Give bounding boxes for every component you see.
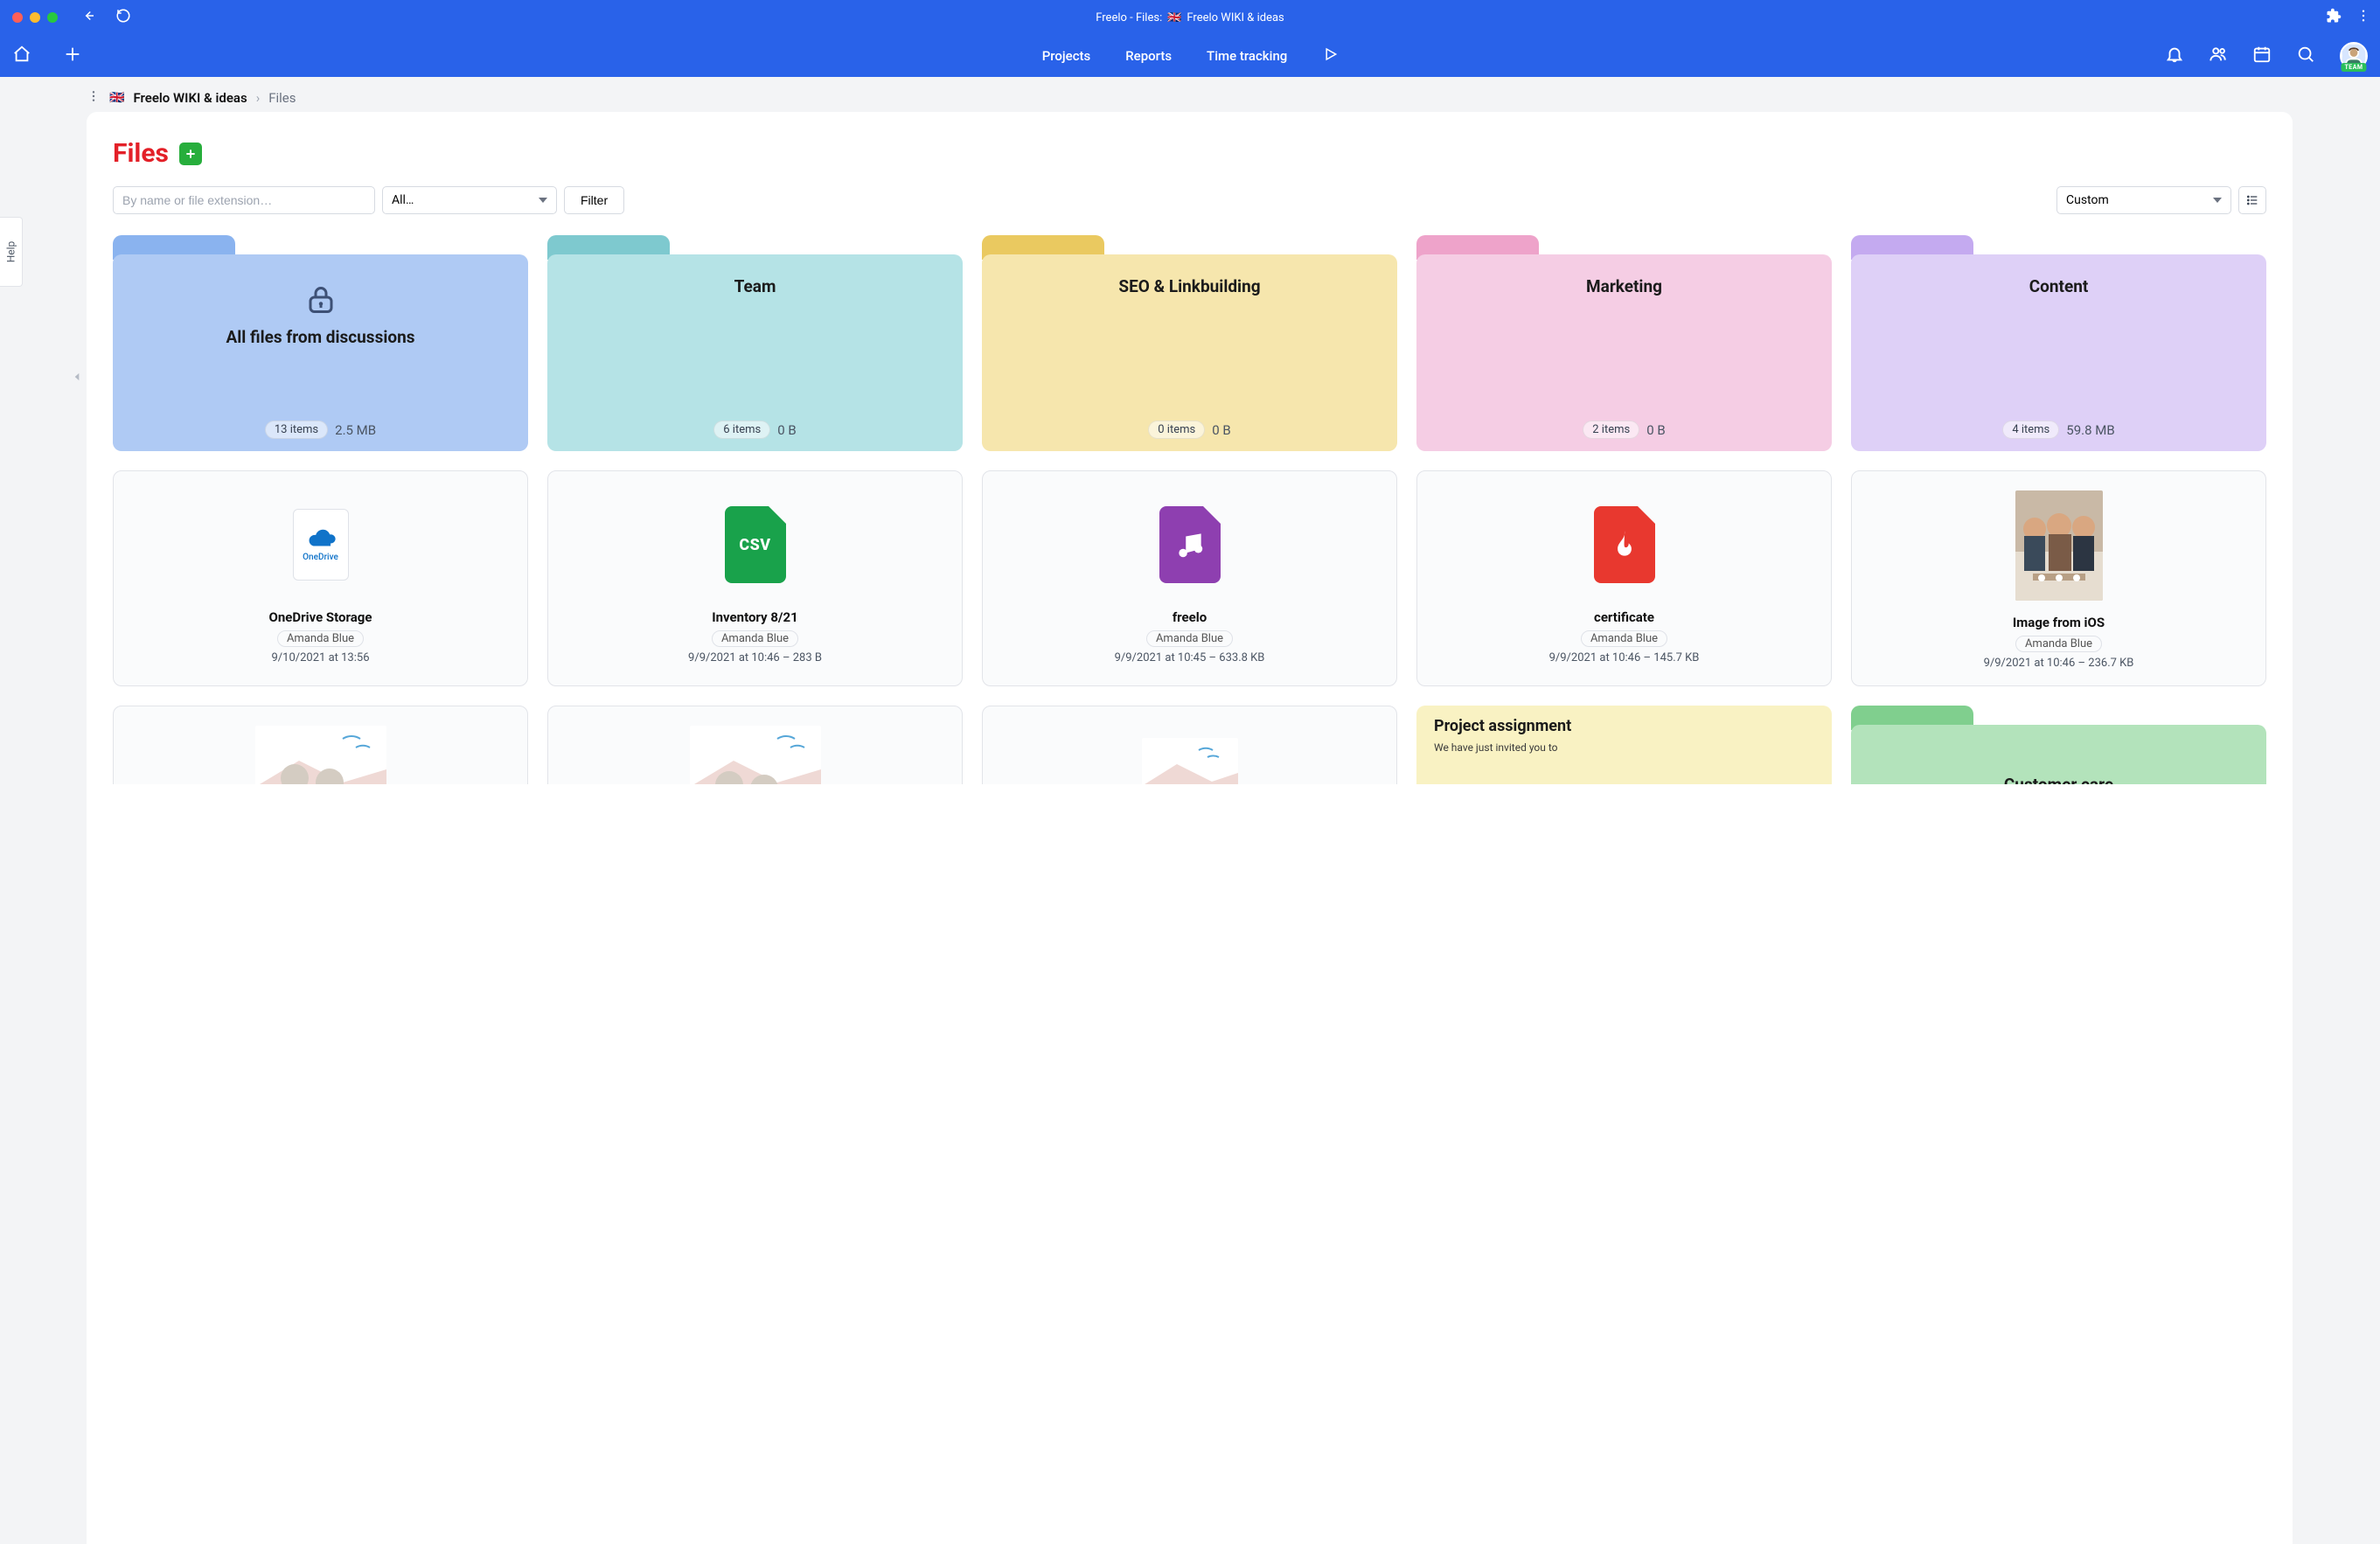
sort-select[interactable]: Custom bbox=[2056, 186, 2231, 214]
nav-time-tracking[interactable]: Time tracking bbox=[1207, 48, 1287, 64]
file-inventory[interactable]: CSV Inventory 8/21 Amanda Blue 9/9/2021 … bbox=[547, 470, 963, 686]
search-input[interactable] bbox=[113, 186, 375, 214]
file-author: Amanda Blue bbox=[1146, 630, 1233, 647]
file-freelo[interactable]: freelo Amanda Blue 9/9/2021 at 10:45 – 6… bbox=[982, 470, 1397, 686]
note-subtitle: We have just invited you to bbox=[1434, 741, 1814, 754]
file-author: Amanda Blue bbox=[2015, 636, 2102, 652]
folder-content[interactable]: Content 4 items 59.8 MB bbox=[1851, 235, 2266, 451]
folder-size: 0 B bbox=[1212, 422, 1231, 438]
type-select[interactable]: All… bbox=[382, 186, 557, 214]
file-meta: 9/9/2021 at 10:46 – 236.7 KB bbox=[1984, 657, 2134, 670]
file-image-3[interactable] bbox=[982, 706, 1397, 784]
folder-project-assignment[interactable]: Project assignment We have just invited … bbox=[1416, 706, 1832, 784]
reload-button[interactable] bbox=[115, 8, 131, 27]
breadcrumb-more-icon[interactable] bbox=[87, 89, 101, 107]
folder-size: 0 B bbox=[777, 422, 797, 438]
file-name: Inventory 8/21 bbox=[712, 609, 797, 625]
more-icon[interactable] bbox=[2356, 8, 2371, 27]
files-panel: Files All… Filter Custom bbox=[87, 112, 2293, 1544]
folder-title: All files from discussions bbox=[113, 326, 528, 349]
nav-reports[interactable]: Reports bbox=[1125, 48, 1172, 64]
file-author: Amanda Blue bbox=[1581, 630, 1667, 647]
file-meta: 9/10/2021 at 13:56 bbox=[271, 651, 369, 664]
add-file-button[interactable] bbox=[179, 143, 202, 165]
page-title: Files bbox=[113, 138, 169, 169]
back-button[interactable] bbox=[80, 8, 96, 27]
create-button[interactable] bbox=[63, 45, 82, 67]
folder-all-discussions[interactable]: All files from discussions 13 items 2.5 … bbox=[113, 235, 528, 451]
lock-icon bbox=[113, 284, 528, 316]
minimize-window-button[interactable] bbox=[30, 12, 40, 23]
file-meta: 9/9/2021 at 10:46 – 145.7 KB bbox=[1549, 651, 1700, 664]
file-onedrive[interactable]: OneDrive OneDrive Storage Amanda Blue 9/… bbox=[113, 470, 528, 686]
file-name: freelo bbox=[1173, 609, 1207, 625]
search-icon[interactable] bbox=[2296, 45, 2315, 67]
photo-thumbnail bbox=[1142, 738, 1238, 784]
sidebar-expand-icon[interactable] bbox=[71, 370, 83, 382]
file-certificate[interactable]: certificate Amanda Blue 9/9/2021 at 10:4… bbox=[1416, 470, 1832, 686]
file-name: certificate bbox=[1594, 609, 1654, 625]
filter-button[interactable]: Filter bbox=[564, 186, 624, 214]
breadcrumb-project[interactable]: Freelo WIKI & ideas bbox=[133, 90, 247, 106]
folder-items-chip: 0 items bbox=[1148, 421, 1205, 439]
flag-icon: 🇬🇧 bbox=[1167, 11, 1181, 24]
window-controls bbox=[12, 12, 58, 23]
folder-marketing[interactable]: Marketing 2 items 0 B bbox=[1416, 235, 1832, 451]
team-badge: TEAM bbox=[2341, 63, 2366, 72]
folder-title: Content bbox=[1851, 275, 2266, 298]
pdf-file-icon bbox=[1594, 506, 1655, 583]
file-author: Amanda Blue bbox=[277, 630, 364, 647]
fullscreen-window-button[interactable] bbox=[47, 12, 58, 23]
folder-seo[interactable]: SEO & Linkbuilding 0 items 0 B bbox=[982, 235, 1397, 451]
file-name: Image from iOS bbox=[2013, 615, 2105, 630]
csv-file-icon: CSV bbox=[725, 506, 786, 583]
folder-customer-care[interactable]: Customer care bbox=[1851, 706, 2266, 784]
breadcrumb-current: Files bbox=[268, 90, 296, 106]
notifications-icon[interactable] bbox=[2165, 45, 2184, 67]
flag-icon: 🇬🇧 bbox=[109, 91, 124, 105]
folder-size: 59.8 MB bbox=[2066, 422, 2114, 438]
folder-items-chip: 13 items bbox=[265, 421, 328, 439]
photo-thumbnail bbox=[255, 726, 386, 784]
folder-size: 2.5 MB bbox=[335, 422, 376, 438]
app-topnav: Projects Reports Time tracking TEAM bbox=[0, 35, 2380, 77]
file-author: Amanda Blue bbox=[712, 630, 798, 647]
close-window-button[interactable] bbox=[12, 12, 23, 23]
file-meta: 9/9/2021 at 10:46 – 283 B bbox=[688, 651, 822, 664]
folder-size: 0 B bbox=[1646, 422, 1666, 438]
folder-items-chip: 6 items bbox=[713, 421, 770, 439]
breadcrumb: 🇬🇧 Freelo WIKI & ideas › Files bbox=[87, 86, 2301, 110]
play-icon[interactable] bbox=[1322, 46, 1338, 66]
extensions-icon[interactable] bbox=[2326, 8, 2342, 27]
people-icon[interactable] bbox=[2209, 45, 2228, 67]
file-name: OneDrive Storage bbox=[269, 609, 372, 625]
folder-team[interactable]: Team 6 items 0 B bbox=[547, 235, 963, 451]
calendar-icon[interactable] bbox=[2252, 45, 2272, 67]
file-image-ios[interactable]: Image from iOS Amanda Blue 9/9/2021 at 1… bbox=[1851, 470, 2266, 686]
help-tab[interactable]: Help bbox=[0, 217, 23, 287]
window-title: Freelo - Files: 🇬🇧 Freelo WIKI & ideas bbox=[1096, 11, 1284, 24]
folder-items-chip: 2 items bbox=[1583, 421, 1639, 439]
home-button[interactable] bbox=[12, 45, 31, 67]
audio-file-icon bbox=[1159, 506, 1221, 583]
folder-title: Marketing bbox=[1416, 275, 1832, 298]
folder-items-chip: 4 items bbox=[2002, 421, 2059, 439]
folder-title: Customer care bbox=[1851, 774, 2266, 784]
nav-projects[interactable]: Projects bbox=[1042, 48, 1091, 64]
note-title: Project assignment bbox=[1434, 716, 1814, 736]
onedrive-icon: OneDrive bbox=[293, 509, 349, 581]
file-image-2[interactable] bbox=[547, 706, 963, 784]
folder-title: SEO & Linkbuilding bbox=[982, 275, 1397, 298]
folder-title: Team bbox=[547, 275, 963, 298]
file-meta: 9/9/2021 at 10:45 – 633.8 KB bbox=[1115, 651, 1265, 664]
window-titlebar: Freelo - Files: 🇬🇧 Freelo WIKI & ideas bbox=[0, 0, 2380, 35]
breadcrumb-separator: › bbox=[256, 90, 261, 106]
user-avatar[interactable]: TEAM bbox=[2340, 42, 2368, 70]
photo-thumbnail bbox=[2015, 490, 2103, 601]
list-view-button[interactable] bbox=[2238, 186, 2266, 214]
photo-thumbnail bbox=[690, 726, 821, 784]
file-image-1[interactable] bbox=[113, 706, 528, 784]
